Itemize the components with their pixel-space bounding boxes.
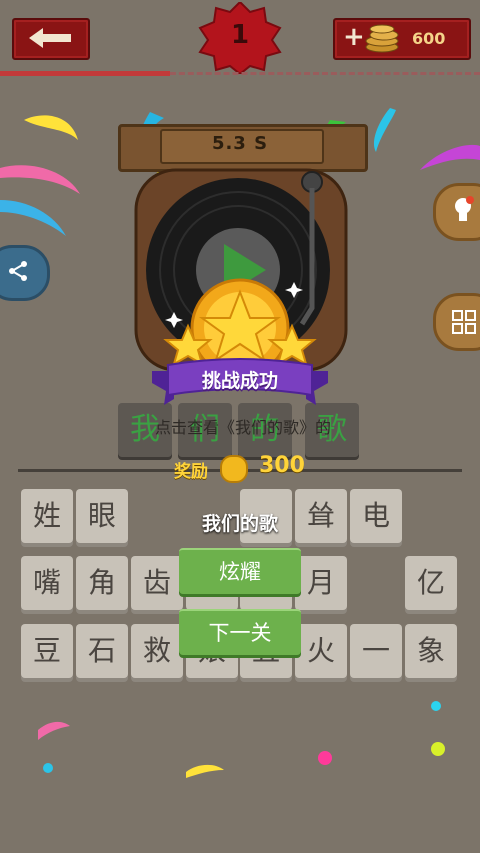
letter-tile[interactable]: 救 xyxy=(131,624,183,678)
level-number: 1 xyxy=(230,20,250,50)
song-info-link[interactable]: 点击查看《我们的歌》的 xyxy=(128,414,358,438)
reward-value: 300 xyxy=(259,453,305,478)
letter-tile[interactable]: 火 xyxy=(295,624,347,678)
progress-bar xyxy=(0,71,170,76)
show-off-button[interactable]: 炫耀 xyxy=(179,548,301,594)
letter-tile[interactable]: 象 xyxy=(405,624,457,678)
back-arrow-icon xyxy=(29,28,71,48)
coin-stack-icon xyxy=(365,24,399,53)
hint-button[interactable] xyxy=(433,183,480,241)
letter-tile[interactable]: 齿 xyxy=(131,556,183,610)
letter-tile[interactable]: 豆 xyxy=(21,624,73,678)
letter-tile[interactable]: 石 xyxy=(76,624,128,678)
grid-icon xyxy=(452,310,476,334)
menu-button[interactable] xyxy=(433,293,480,351)
lightbulb-icon xyxy=(455,196,474,221)
letter-tile[interactable]: 嘴 xyxy=(21,556,73,610)
next-level-button[interactable]: 下一关 xyxy=(179,609,301,655)
share-button[interactable] xyxy=(0,245,50,301)
success-title: 挑战成功 xyxy=(201,370,278,392)
letter-tile[interactable]: 角 xyxy=(76,556,128,610)
coin-count: 600 xyxy=(412,29,446,48)
letter-tile[interactable]: 姓 xyxy=(21,489,73,543)
letter-tile[interactable]: 亿 xyxy=(405,556,457,610)
letter-tile[interactable]: 电 xyxy=(350,489,402,543)
song-name: 我们的歌 xyxy=(201,513,278,535)
back-button[interactable] xyxy=(12,18,90,60)
timer-display: 5.3 S xyxy=(211,133,269,154)
coin-icon xyxy=(220,455,248,483)
reward-label: 奖励 xyxy=(174,462,208,482)
share-icon xyxy=(9,261,27,281)
letter-tile[interactable]: 月 xyxy=(295,556,347,610)
letter-tile[interactable]: 眼 xyxy=(76,489,128,543)
letter-tile[interactable]: 一 xyxy=(350,624,402,678)
